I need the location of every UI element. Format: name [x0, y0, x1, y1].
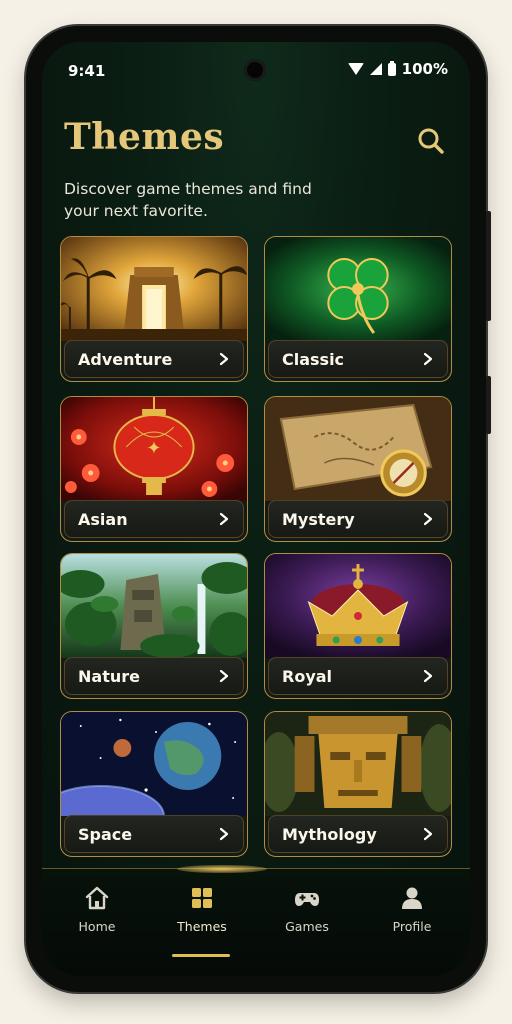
theme-card-bar: Asian	[64, 500, 244, 538]
mythology-mask-image	[265, 712, 451, 816]
front-camera	[244, 59, 266, 81]
asian-lantern-image: ✦	[61, 397, 247, 501]
wifi-icon	[347, 63, 364, 75]
power-button	[486, 376, 491, 434]
royal-crown-image	[265, 554, 451, 658]
status-icons: 100%	[347, 60, 448, 78]
gamepad-icon	[295, 893, 319, 906]
theme-label: Mystery	[282, 509, 355, 529]
theme-card-bar: Space	[64, 815, 244, 853]
theme-card-nature[interactable]: Nature	[60, 553, 248, 699]
chevron-right-icon	[219, 512, 229, 526]
theme-card-asian[interactable]: ✦ Asian	[60, 396, 248, 542]
nav-label: Home	[78, 919, 116, 934]
theme-card-adventure[interactable]: Adventure	[60, 236, 248, 382]
chevron-right-icon	[219, 669, 229, 683]
battery-icon	[387, 60, 396, 76]
theme-card-mythology[interactable]: Mythology	[264, 711, 452, 857]
bottom-nav: Home Themes Games Profile	[42, 865, 470, 976]
grid-icon	[192, 888, 212, 908]
status-time: 9:41	[68, 62, 106, 80]
classic-clover-image	[265, 237, 451, 341]
nav-item-profile[interactable]: Profile	[367, 885, 457, 955]
chevron-right-icon	[219, 352, 229, 366]
theme-label: Nature	[78, 666, 140, 686]
volume-button	[486, 211, 491, 321]
mystery-map-image	[265, 397, 451, 501]
chevron-right-icon	[423, 512, 433, 526]
theme-card-bar: Nature	[64, 657, 244, 695]
chevron-right-icon	[423, 669, 433, 683]
page-subtitle: Discover game themes and find your next …	[64, 180, 312, 220]
chevron-right-icon	[423, 352, 433, 366]
theme-card-royal[interactable]: Royal	[264, 553, 452, 699]
nature-jungle-image	[61, 554, 247, 658]
chevron-right-icon	[423, 827, 433, 841]
theme-card-bar: Mythology	[268, 815, 448, 853]
signal-icon	[369, 63, 382, 75]
screen: 9:41 100% Themes Discover game themes an…	[42, 42, 470, 976]
phone-frame: 9:41 100% Themes Discover game themes an…	[26, 26, 491, 992]
space-planets-image	[61, 712, 247, 816]
person-icon	[402, 887, 422, 909]
adventure-temple-image	[61, 237, 247, 341]
theme-label: Space	[78, 824, 133, 844]
theme-card-bar: Classic	[268, 340, 448, 378]
battery-percent: 100%	[401, 60, 448, 78]
theme-card-bar: Royal	[268, 657, 448, 695]
theme-label: Classic	[282, 349, 345, 369]
theme-card-bar: Adventure	[64, 340, 244, 378]
active-tab-glow	[177, 865, 267, 873]
nav-label: Profile	[392, 919, 432, 934]
chevron-right-icon	[219, 827, 229, 841]
page-title: Themes	[64, 116, 225, 158]
theme-card-classic[interactable]: Classic	[264, 236, 452, 382]
status-bar: 9:41 100%	[42, 42, 470, 94]
theme-card-mystery[interactable]: Mystery	[264, 396, 452, 542]
nav-label: Themes	[177, 919, 227, 934]
theme-card-bar: Mystery	[268, 500, 448, 538]
nav-item-themes[interactable]: Themes	[157, 885, 247, 957]
nav-item-games[interactable]: Games	[262, 885, 352, 955]
active-tab-indicator	[172, 954, 230, 957]
home-icon	[85, 886, 109, 910]
nav-label: Games	[285, 919, 329, 934]
nav-item-home[interactable]: Home	[52, 885, 142, 955]
svg-text:✦: ✦	[147, 438, 162, 459]
theme-label: Royal	[282, 666, 333, 686]
theme-label: Adventure	[78, 349, 173, 369]
theme-label: Asian	[78, 509, 128, 529]
theme-card-space[interactable]: Space	[60, 711, 248, 857]
theme-label: Mythology	[282, 824, 377, 844]
search-icon[interactable]	[416, 126, 446, 156]
